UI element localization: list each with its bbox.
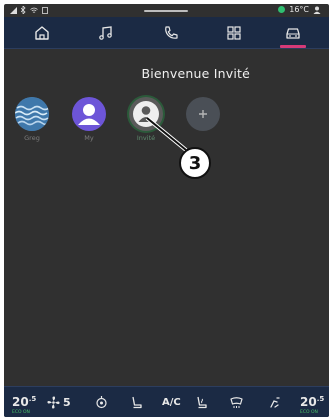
airflow-button[interactable] (268, 391, 283, 413)
heated-seat-icon (96, 395, 107, 408)
fan-speed-value: 5 (63, 395, 71, 409)
ac-button[interactable]: A/C (162, 391, 181, 413)
heated-seat-right-icon (197, 396, 207, 408)
defrost-icon (230, 396, 243, 408)
left-temperature[interactable]: 20.5 ECO ON (12, 391, 37, 415)
callout-badge: 3 (179, 147, 211, 179)
left-eco-label: ECO ON (12, 410, 30, 415)
left-temp-decimal: .5 (28, 395, 37, 403)
right-temp-decimal: .5 (316, 395, 325, 403)
left-temp-value: 20 (12, 395, 29, 409)
right-eco-label: ECO ON (300, 410, 318, 415)
callout-leader-line (145, 116, 188, 152)
seat-heat-right-button[interactable] (194, 391, 209, 413)
defrost-button[interactable] (229, 391, 244, 413)
ac-label: A/C (162, 396, 181, 408)
seat-heat-button[interactable] (94, 391, 109, 413)
right-temp-value: 20 (300, 395, 317, 409)
right-temperature[interactable]: 20.5 ECO ON (300, 391, 325, 415)
screen: 16°C Bienvenue Invité Greg My Invité 3 2… (4, 4, 329, 417)
airflow-icon (270, 396, 280, 408)
fan-speed-control[interactable]: 5 (46, 391, 71, 413)
seat-icon (132, 396, 142, 408)
fan-icon (47, 395, 60, 409)
seat-button[interactable] (129, 391, 144, 413)
climate-bar: 20.5 ECO ON 5 A/C 20.5 ECO ON (4, 386, 329, 417)
